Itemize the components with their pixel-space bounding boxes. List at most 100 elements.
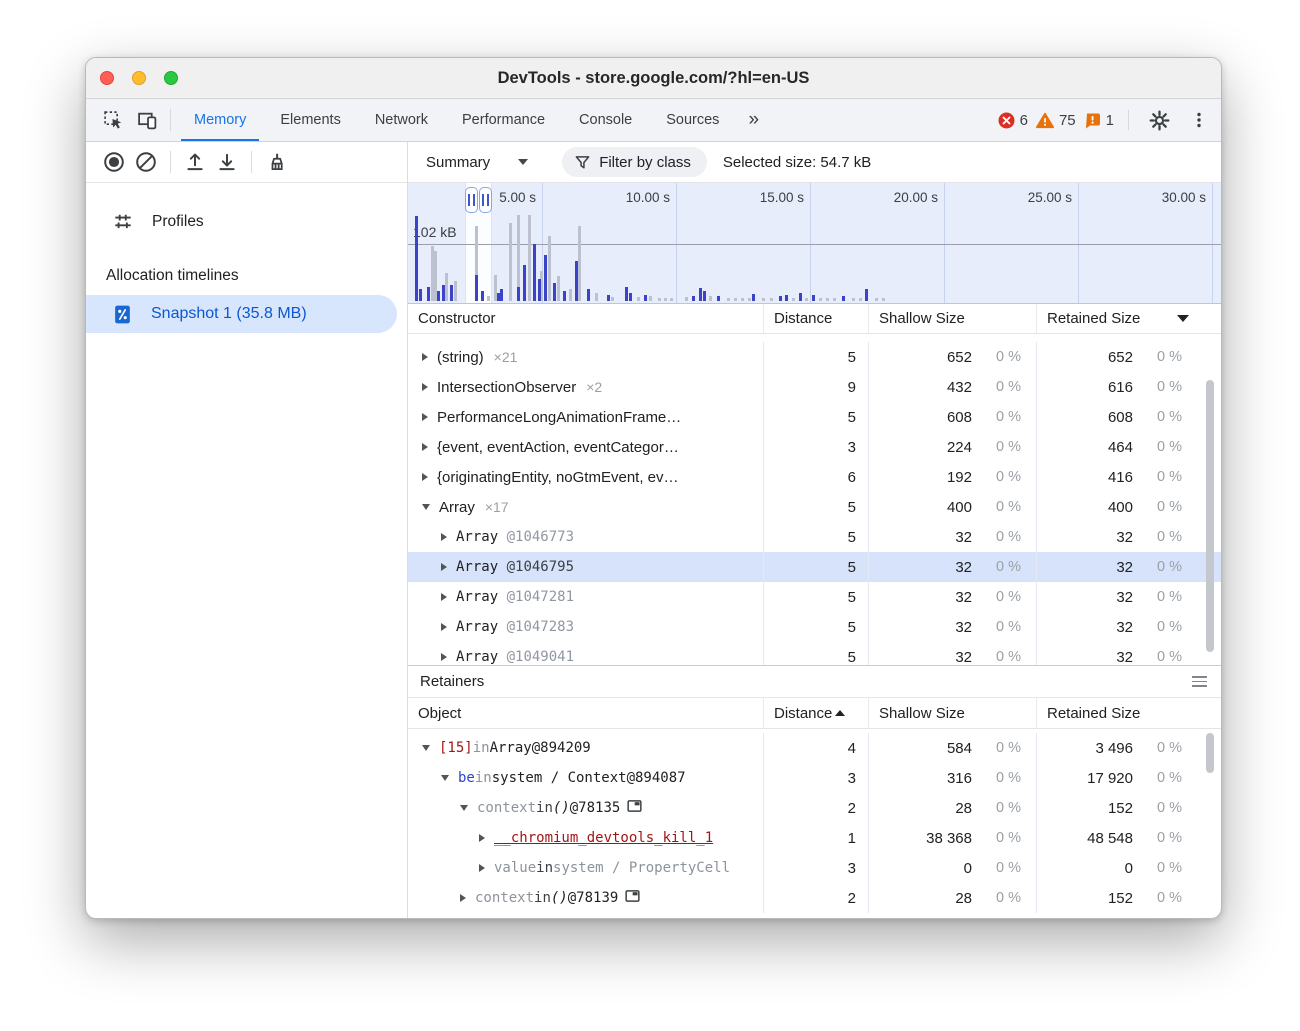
allocation-bar-live: [799, 293, 802, 301]
memory-toolbar-right: Summary Filter by class Selected size: 5…: [408, 142, 1221, 183]
tab-elements[interactable]: Elements: [263, 99, 357, 141]
allocation-bar-live: [442, 285, 445, 301]
col-header-object[interactable]: Object: [408, 698, 763, 728]
clear-profiles-icon[interactable]: [130, 146, 162, 178]
retainer-row[interactable]: value in system / PropertyCell300 %00 %: [408, 853, 1221, 883]
tab-console[interactable]: Console: [562, 99, 649, 141]
size-cell: 2240 %: [868, 432, 1036, 462]
retainer-row[interactable]: be in system / Context @89408733160 %17 …: [408, 763, 1221, 793]
col-header-distance[interactable]: Distance: [763, 304, 868, 333]
allocation-bar-freed: [557, 276, 560, 301]
retainer-row[interactable]: __chromium_devtools_kill_1138 3680 %48 5…: [408, 823, 1221, 853]
settings-gear-icon[interactable]: [1143, 104, 1175, 136]
expand-arrow-icon[interactable]: [441, 563, 447, 571]
save-profile-icon[interactable]: [211, 146, 243, 178]
constructor-row[interactable]: Array @10472835320 %320 %: [408, 612, 1221, 642]
retainer-row[interactable]: context in () @781392280 %1520 %: [408, 883, 1221, 913]
load-profile-icon[interactable]: [179, 146, 211, 178]
col-header-constructor[interactable]: Constructor: [408, 304, 763, 333]
tab-network[interactable]: Network: [358, 99, 445, 141]
selection-grip-handle[interactable]: [465, 187, 478, 213]
close-window-button[interactable]: [100, 71, 114, 85]
col-header-distance[interactable]: Distance: [763, 698, 868, 728]
constructor-row[interactable]: Array @10490415320 %320 %: [408, 642, 1221, 665]
collapse-arrow-icon[interactable]: [422, 745, 430, 751]
selected-size-status: Selected size: 54.7 kB: [723, 154, 871, 171]
sidebar-item-snapshot[interactable]: Snapshot 1 (35.8 MB): [86, 295, 397, 333]
expand-arrow-icon[interactable]: [479, 864, 485, 872]
kebab-menu-icon[interactable]: [1183, 104, 1215, 136]
allocation-timeline-overview[interactable]: 5.00 s10.00 s15.00 s20.00 s25.00 s30.00 …: [408, 183, 1221, 304]
tab-memory[interactable]: Memory: [177, 99, 263, 141]
title-bar[interactable]: DevTools - store.google.com/?hl=en-US: [86, 58, 1221, 99]
minimize-window-button[interactable]: [132, 71, 146, 85]
expand-arrow-icon[interactable]: [460, 894, 466, 902]
console-warnings-badge[interactable]: 75: [1036, 112, 1076, 129]
col-header-retained-size[interactable]: Retained Size: [1036, 304, 1221, 333]
scrollbar-thumb[interactable]: [1206, 380, 1214, 652]
allocation-bar-live: [563, 291, 566, 301]
warning-icon: [1036, 112, 1054, 129]
size-cell: 6080 %: [1036, 402, 1197, 432]
distance-cell: 3: [763, 853, 868, 883]
collect-garbage-icon[interactable]: [260, 146, 292, 178]
retainer-row[interactable]: [15] in Array @89420945840 %3 4960 %: [408, 733, 1221, 763]
expand-arrow-icon[interactable]: [422, 443, 428, 451]
zoom-window-button[interactable]: [164, 71, 178, 85]
collapse-arrow-icon[interactable]: [422, 504, 430, 510]
constructor-row[interactable]: Array @10472815320 %320 %: [408, 582, 1221, 612]
expand-arrow-icon[interactable]: [479, 834, 485, 842]
selection-grip-handle[interactable]: [479, 187, 492, 213]
retainer-row[interactable]: context in () @781352280 %1520 %: [408, 793, 1221, 823]
expand-arrow-icon[interactable]: [422, 413, 428, 421]
filter-by-class-input[interactable]: Filter by class: [562, 147, 707, 177]
size-cell: 4160 %: [1036, 462, 1197, 492]
size-cell: 320 %: [868, 582, 1036, 612]
distance-cell: 3: [763, 763, 868, 793]
tab-sources[interactable]: Sources: [649, 99, 736, 141]
perspective-select[interactable]: Summary: [424, 154, 540, 171]
retainers-menu-icon[interactable]: [1192, 676, 1207, 687]
expand-arrow-icon[interactable]: [441, 593, 447, 601]
console-errors-badge[interactable]: 6: [998, 112, 1028, 129]
collapse-arrow-icon[interactable]: [460, 805, 468, 811]
constructor-row[interactable]: {originatingEntity, noGtmEvent, ev…61920…: [408, 462, 1221, 492]
filter-placeholder: Filter by class: [599, 154, 691, 171]
distance-cell: 2: [763, 793, 868, 823]
issues-badge[interactable]: 1: [1084, 112, 1114, 129]
constructor-row[interactable]: PerformanceLongAnimationFrame…56080 %608…: [408, 402, 1221, 432]
collapse-arrow-icon[interactable]: [441, 775, 449, 781]
allocation-bar-live: [842, 296, 845, 301]
sidebar-item-profiles[interactable]: Profiles: [86, 203, 407, 241]
tab-performance[interactable]: Performance: [445, 99, 562, 141]
allocation-bar-live: [607, 295, 610, 301]
error-icon: [998, 112, 1015, 129]
toggle-device-toolbar-icon[interactable]: [130, 99, 164, 141]
constructor-row[interactable]: Array×1754000 %4000 %: [408, 492, 1221, 522]
col-header-shallow-size[interactable]: Shallow Size: [868, 304, 1036, 333]
scrollbar-thumb[interactable]: [1206, 733, 1214, 773]
expand-arrow-icon[interactable]: [441, 653, 447, 661]
divider: [170, 151, 171, 173]
expand-arrow-icon[interactable]: [441, 533, 447, 541]
expand-arrow-icon[interactable]: [441, 623, 447, 631]
col-header-retained-size[interactable]: Retained Size: [1036, 698, 1221, 728]
constructor-row[interactable]: IntersectionObserver×294320 %6160 %: [408, 372, 1221, 402]
constructor-row[interactable]: Array @10467735320 %320 %: [408, 522, 1221, 552]
inspect-element-icon[interactable]: [96, 99, 130, 141]
expand-arrow-icon[interactable]: [422, 353, 428, 361]
constructor-row[interactable]: {event, eventAction, eventCategor…32240 …: [408, 432, 1221, 462]
allocation-bar-freed: [670, 298, 673, 301]
constructor-row[interactable]: (string)×2156520 %6520 %: [408, 342, 1221, 372]
allocation-bar-live: [779, 296, 782, 301]
reveal-in-sources-icon[interactable]: [625, 889, 640, 907]
expand-arrow-icon[interactable]: [422, 473, 428, 481]
allocation-bar-live: [865, 289, 868, 301]
allocation-bar-freed: [709, 296, 712, 301]
col-header-shallow-size[interactable]: Shallow Size: [868, 698, 1036, 728]
constructor-row[interactable]: Array @10467955320 %320 %: [408, 552, 1221, 582]
record-heap-icon[interactable]: [98, 146, 130, 178]
expand-arrow-icon[interactable]: [422, 383, 428, 391]
reveal-in-sources-icon[interactable]: [627, 799, 642, 817]
more-tabs-button[interactable]: »: [736, 99, 771, 141]
